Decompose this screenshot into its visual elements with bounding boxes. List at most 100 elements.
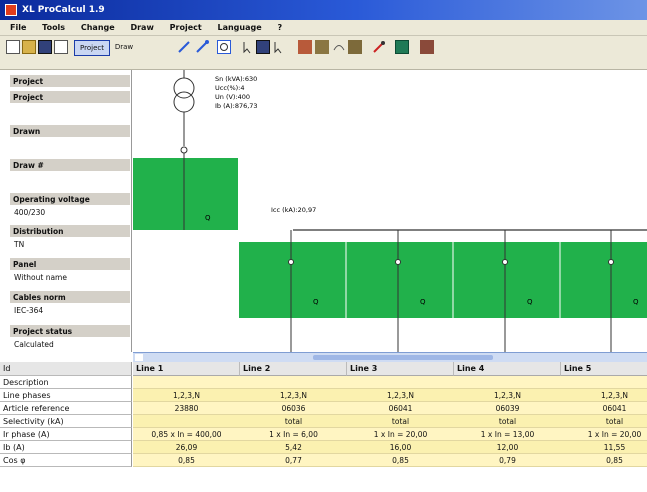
grid-cell[interactable]: 06041 — [561, 402, 647, 415]
column-header[interactable]: Line 5 — [561, 362, 647, 376]
new-icon[interactable] — [6, 40, 20, 54]
menu-tools[interactable]: Tools — [42, 23, 65, 32]
field-label-project-status: Project status — [10, 324, 130, 337]
grid-cell[interactable]: 5,42 — [240, 441, 347, 454]
select-icon[interactable] — [256, 40, 270, 54]
column-header[interactable]: Line 4 — [454, 362, 561, 376]
grid-cell[interactable]: 0,85 — [561, 454, 647, 467]
menu-help[interactable]: ? — [277, 23, 282, 32]
menu-change[interactable]: Change — [81, 23, 115, 32]
grid-cell[interactable]: 0,85 — [347, 454, 454, 467]
transformer-info-line: Ib (A):876,73 — [215, 102, 258, 110]
field-label-project: Project — [10, 90, 130, 103]
print-preview-icon[interactable] — [54, 40, 68, 54]
grid-cell[interactable] — [133, 376, 240, 389]
probe-alt-icon[interactable] — [195, 40, 209, 54]
zoom-icon[interactable] — [217, 40, 231, 54]
pointer-icon[interactable] — [241, 40, 255, 54]
svg-text:Q: Q — [633, 298, 639, 306]
grid-cell[interactable]: 0,77 — [240, 454, 347, 467]
grid-cell[interactable] — [240, 376, 347, 389]
field-value-project-status[interactable]: Calculated — [14, 339, 54, 351]
row-label: Ib (A) — [0, 441, 132, 454]
field-label-cables-norm: Cables norm — [10, 290, 130, 303]
field-value-operating-voltage[interactable]: 400/230 — [14, 207, 45, 219]
project-panel-heading: Project — [10, 74, 130, 87]
svg-text:Q: Q — [205, 214, 211, 222]
grid-cell[interactable]: 0,79 — [454, 454, 561, 467]
svg-text:Q: Q — [420, 298, 426, 306]
grid-cell[interactable]: 06036 — [240, 402, 347, 415]
field-label-operating-voltage: Operating voltage — [10, 192, 130, 205]
svg-text:Q: Q — [527, 298, 533, 306]
grid-cell[interactable]: 0,85 — [133, 454, 240, 467]
grid-cell[interactable]: 1 x In = 20,00 — [561, 428, 647, 441]
menu-language[interactable]: Language — [217, 23, 261, 32]
grid-cell[interactable]: 1,2,3,N — [240, 389, 347, 402]
column-header[interactable]: Line 1 — [133, 362, 240, 376]
scroll-left-icon[interactable] — [135, 354, 143, 361]
grid-cell[interactable]: 1,2,3,N — [561, 389, 647, 402]
menu-draw[interactable]: Draw — [130, 23, 153, 32]
horizontal-scrollbar[interactable] — [133, 352, 647, 362]
field-value-panel[interactable]: Without name — [14, 272, 67, 284]
grid-cell[interactable] — [347, 376, 454, 389]
menu-bar: File Tools Change Draw Project Language … — [0, 20, 647, 36]
grid-cell[interactable]: 1,2,3,N — [133, 389, 240, 402]
menu-file[interactable]: File — [10, 23, 26, 32]
field-label-panel: Panel — [10, 257, 130, 270]
column-header[interactable]: Line 2 — [240, 362, 347, 376]
scroll-thumb[interactable] — [313, 355, 493, 360]
column-header[interactable]: Line 3 — [347, 362, 454, 376]
breaker-icon[interactable] — [298, 40, 312, 54]
row-label: Id — [0, 362, 132, 376]
grid-cell[interactable]: total — [561, 415, 647, 428]
calculate-icon[interactable] — [395, 40, 409, 54]
transformer-info-line: Sn (kVA):630 — [215, 75, 257, 83]
project-button[interactable]: Project — [74, 40, 110, 56]
grid-cell[interactable]: 06041 — [347, 402, 454, 415]
report-icon[interactable] — [420, 40, 434, 54]
properties-grid: Id Description Line phases Article referenc… — [0, 362, 647, 492]
grid-cell[interactable]: 06039 — [454, 402, 561, 415]
save-icon[interactable] — [38, 40, 52, 54]
window-title: XL ProCalcul 1.9 — [22, 5, 105, 15]
feeder-panels — [239, 242, 647, 318]
grid-cell[interactable]: 12,00 — [454, 441, 561, 454]
wrench-icon[interactable] — [372, 40, 386, 54]
arrow-icon[interactable] — [272, 40, 286, 54]
cable-icon[interactable] — [315, 40, 329, 54]
field-value-distribution[interactable]: TN — [14, 239, 24, 251]
title-bar: XL ProCalcul 1.9 — [0, 0, 647, 20]
grid-cell[interactable]: 26,09 — [133, 441, 240, 454]
grid-cell[interactable]: 23880 — [133, 402, 240, 415]
grid-cell[interactable] — [561, 376, 647, 389]
grid-cell[interactable]: 1,2,3,N — [454, 389, 561, 402]
diagram-canvas[interactable]: Sn (kVA):630 Ucc(%):4 Un (V):400 Ib (A):… — [133, 70, 647, 352]
grid-cell[interactable]: 11,55 — [561, 441, 647, 454]
grid-cell[interactable]: 1 x In = 13,00 — [454, 428, 561, 441]
grid-cell[interactable]: 0,85 x In = 400,00 — [133, 428, 240, 441]
app-icon — [5, 4, 17, 16]
transformer-info-line: Un (V):400 — [215, 93, 250, 101]
grid-cell[interactable]: 1,2,3,N — [347, 389, 454, 402]
menu-project[interactable]: Project — [170, 23, 202, 32]
grid-cell[interactable]: 16,00 — [347, 441, 454, 454]
grid-cell[interactable] — [133, 415, 240, 428]
single-line-diagram: Sn (kVA):630 Ucc(%):4 Un (V):400 Ib (A):… — [133, 70, 647, 352]
panel-icon[interactable] — [348, 40, 362, 54]
row-label: Selectivity (kA) — [0, 415, 132, 428]
draw-button[interactable]: Draw — [112, 40, 136, 54]
row-label: Cos φ — [0, 454, 132, 467]
main-breaker-panel[interactable]: Q — [133, 158, 238, 230]
probe-icon[interactable] — [177, 40, 191, 54]
grid-cell[interactable]: 1 x In = 6,00 — [240, 428, 347, 441]
grid-cell[interactable]: 1 x In = 20,00 — [347, 428, 454, 441]
grid-cell[interactable]: total — [347, 415, 454, 428]
grid-cell[interactable]: total — [454, 415, 561, 428]
field-value-cables-norm[interactable]: IEC-364 — [14, 305, 43, 317]
open-icon[interactable] — [22, 40, 36, 54]
grid-cell[interactable] — [454, 376, 561, 389]
grid-cell[interactable]: total — [240, 415, 347, 428]
switch-icon[interactable] — [332, 40, 346, 54]
